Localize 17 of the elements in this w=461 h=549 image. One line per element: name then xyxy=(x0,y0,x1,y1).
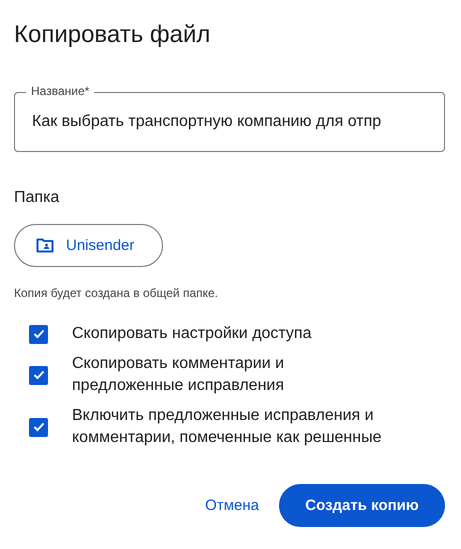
option-label: Включить предложенные исправления и комментарии, помеченные как решенные xyxy=(72,406,382,448)
create-copy-button[interactable]: Создать копию xyxy=(279,484,445,527)
field-label: Название* xyxy=(26,84,94,98)
folder-button[interactable]: Unisender xyxy=(14,224,163,267)
checkbox[interactable] xyxy=(29,324,48,344)
cancel-button[interactable]: Отмена xyxy=(201,489,263,522)
checkmark-icon xyxy=(32,370,44,380)
checkbox[interactable] xyxy=(29,418,48,436)
option-label: Скопировать настройки доступа xyxy=(72,324,312,344)
folder-note: Копия будет создана в общей папке. xyxy=(14,285,220,301)
option-label: Скопировать комментарии и предложенные исправления xyxy=(72,354,284,396)
folder-icon xyxy=(36,238,54,253)
checkmark-icon xyxy=(32,329,44,339)
section-label: Папка xyxy=(14,188,60,208)
dialog-title: Копировать файл xyxy=(14,20,212,50)
checkbox[interactable] xyxy=(29,366,48,384)
checkmark-icon xyxy=(32,422,44,432)
